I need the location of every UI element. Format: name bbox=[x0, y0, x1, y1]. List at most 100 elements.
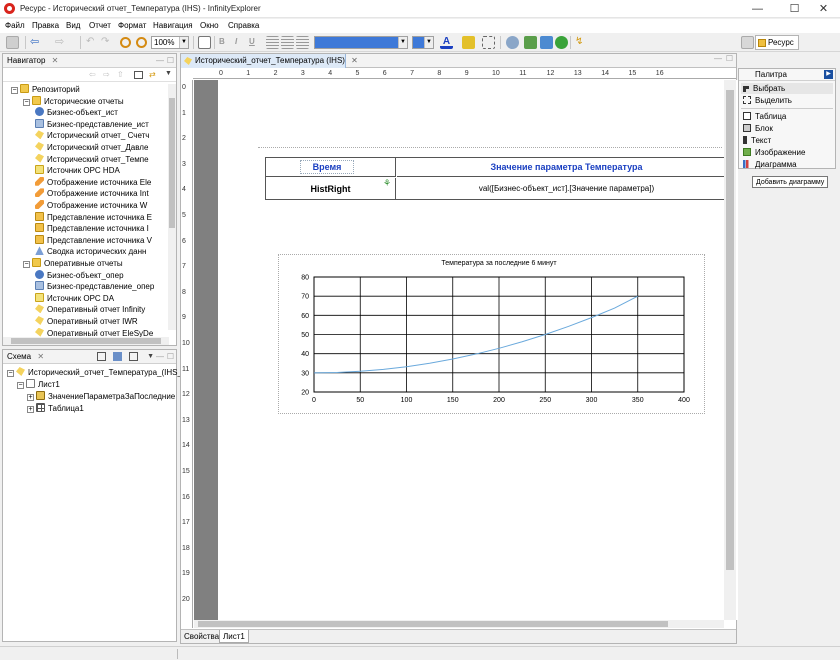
tree-item[interactable]: Исторический отчет_Давле bbox=[35, 142, 148, 153]
tree-item[interactable]: Оперативный отчет IWR bbox=[35, 316, 138, 327]
tree-item[interactable]: Исторический отчет_Темпе bbox=[35, 153, 149, 165]
view-menu-icon[interactable]: ▼ bbox=[165, 70, 172, 77]
open-perspective-icon[interactable] bbox=[741, 36, 754, 49]
tree-item[interactable]: + ЗначениеПараметраЗаПоследние bbox=[27, 391, 175, 402]
palette-item[interactable]: Выделить bbox=[741, 95, 833, 106]
scrollbar-thumb[interactable] bbox=[169, 98, 175, 228]
scrollbar-thumb[interactable] bbox=[11, 338, 161, 344]
border-icon[interactable] bbox=[482, 36, 495, 49]
bold-button[interactable]: B bbox=[219, 37, 225, 46]
run-icon[interactable] bbox=[555, 36, 568, 49]
redo-icon[interactable]: ↷ bbox=[101, 36, 114, 49]
collapse-all-icon[interactable] bbox=[129, 352, 138, 361]
close-button[interactable]: ✕ bbox=[807, 0, 840, 18]
sort-icon[interactable] bbox=[97, 352, 106, 361]
perspective-resource-button[interactable]: Ресурс bbox=[755, 35, 799, 50]
layout-icon[interactable] bbox=[198, 36, 211, 49]
tree-item[interactable]: − Репозиторий bbox=[11, 84, 80, 95]
maximize-icon[interactable]: ☐ bbox=[726, 54, 733, 63]
close-icon[interactable]: ✕ bbox=[52, 56, 59, 65]
menu-view[interactable]: Вид bbox=[66, 21, 80, 30]
navigator-hscrollbar[interactable] bbox=[3, 337, 169, 345]
preview-icon[interactable] bbox=[540, 36, 553, 49]
palette-item[interactable]: Выбрать bbox=[741, 83, 833, 94]
tree-item[interactable]: Оперативный отчет Infinity bbox=[35, 304, 145, 315]
zoom-combo[interactable]: 100% ▼ bbox=[151, 36, 189, 49]
chart-container[interactable]: Температура за последние 6 минут 0 50 100 15… bbox=[278, 254, 705, 414]
expand-icon[interactable]: + bbox=[27, 394, 34, 401]
link-editor-icon[interactable]: ⇄ bbox=[149, 70, 156, 79]
tree-item[interactable]: Бизнес-объект_ист bbox=[35, 107, 118, 118]
maximize-icon[interactable]: ☐ bbox=[167, 54, 174, 67]
underline-button[interactable]: U bbox=[249, 37, 255, 46]
collapse-icon[interactable]: − bbox=[23, 98, 30, 106]
minimize-icon[interactable]: — bbox=[714, 54, 722, 63]
tree-item[interactable]: Отображение источника Int bbox=[35, 188, 149, 199]
zoom-out-icon[interactable] bbox=[136, 37, 147, 48]
tree-item[interactable]: Бизнес-представление_опер bbox=[35, 281, 154, 292]
palette-item[interactable]: Блок bbox=[741, 123, 833, 134]
tree-item[interactable]: Источник OPC HDA bbox=[35, 165, 120, 176]
menu-window[interactable]: Окно bbox=[200, 21, 219, 30]
editor-vscrollbar[interactable] bbox=[724, 80, 736, 620]
collapse-icon[interactable]: − bbox=[23, 261, 30, 268]
tree-item[interactable]: Представление источника E bbox=[35, 211, 152, 223]
navigator-scrollbar[interactable] bbox=[168, 84, 176, 330]
tree-item[interactable]: Бизнес-объект_опер bbox=[35, 269, 124, 281]
settings-icon[interactable] bbox=[506, 36, 519, 49]
back-icon[interactable]: ⇦ bbox=[30, 36, 43, 49]
minimize-button[interactable]: — bbox=[741, 0, 774, 18]
view-menu-icon[interactable]: ▼ bbox=[147, 350, 154, 363]
collapse-palette-icon[interactable]: ▶ bbox=[824, 70, 833, 79]
font-color-icon[interactable]: A bbox=[440, 36, 453, 49]
editor-hscrollbar[interactable] bbox=[194, 620, 724, 628]
back-icon[interactable]: ⇦ bbox=[89, 70, 96, 79]
report-table[interactable]: Время Значение параметра Температура His… bbox=[265, 157, 736, 200]
close-icon[interactable]: ✕ bbox=[37, 352, 44, 361]
align-right-icon[interactable] bbox=[296, 36, 309, 49]
tree-item[interactable]: Представление источника V bbox=[35, 234, 152, 246]
save-icon[interactable] bbox=[6, 36, 19, 49]
close-icon[interactable]: ✕ bbox=[351, 56, 358, 65]
collapse-icon[interactable]: − bbox=[11, 87, 18, 94]
collapse-icon[interactable]: − bbox=[7, 370, 14, 377]
value-header-label[interactable]: Значение параметра Температура bbox=[397, 158, 736, 177]
navigator-tab[interactable]: Навигатор ✕ — ☐ bbox=[3, 54, 176, 68]
collapse-all-icon[interactable] bbox=[134, 71, 143, 79]
forward-icon[interactable]: ⇨ bbox=[55, 36, 68, 49]
tree-item[interactable]: − Оперативные отчеты bbox=[23, 258, 123, 269]
palette-item[interactable]: Таблица bbox=[741, 111, 833, 122]
font-size-combo[interactable]: ▼ bbox=[412, 36, 434, 49]
scrollbar-thumb[interactable] bbox=[198, 621, 668, 627]
up-icon[interactable]: ⇧ bbox=[117, 70, 124, 79]
minimize-icon[interactable]: — bbox=[156, 350, 164, 363]
time-cell[interactable]: HistRight bbox=[266, 178, 396, 200]
palette-item[interactable]: Диаграмма bbox=[741, 159, 833, 170]
menu-report[interactable]: Отчет bbox=[89, 21, 111, 30]
export-icon[interactable] bbox=[524, 36, 537, 49]
tree-item[interactable]: Отображение источника Ele bbox=[35, 176, 151, 188]
tree-item[interactable]: Источник OPC DA bbox=[35, 292, 114, 304]
fill-color-icon[interactable] bbox=[462, 36, 475, 49]
menu-help[interactable]: Справка bbox=[228, 21, 259, 30]
undo-icon[interactable]: ↶ bbox=[86, 36, 99, 49]
italic-button[interactable]: I bbox=[235, 37, 237, 46]
tree-item[interactable]: − Лист1 bbox=[17, 379, 60, 390]
maximize-icon[interactable]: ☐ bbox=[167, 350, 174, 363]
editor-tab-report[interactable]: Исторический_отчет_Температура (IHS) ✕ bbox=[181, 54, 358, 68]
tree-item[interactable]: − Исторический_отчет_Температура_(IHS_ bbox=[7, 367, 182, 378]
filter-icon[interactable] bbox=[113, 352, 122, 361]
collapse-icon[interactable]: − bbox=[17, 382, 24, 389]
schema-tab[interactable]: Схема ✕ ▼ — ☐ bbox=[3, 350, 176, 364]
tree-item[interactable]: + Таблица1 bbox=[27, 403, 84, 414]
sheet-tab-list1[interactable]: Лист1 bbox=[219, 630, 249, 643]
value-cell[interactable]: val([Бизнес-объект_ист].[Значение параме… bbox=[397, 178, 736, 200]
tree-item[interactable]: Сводка исторических данн bbox=[35, 246, 146, 257]
tree-item[interactable]: Представление источника I bbox=[35, 223, 149, 234]
scrollbar-thumb[interactable] bbox=[726, 90, 734, 570]
tree-item[interactable]: − Исторические отчеты bbox=[23, 95, 124, 107]
report-page[interactable]: Время Значение параметра Температура His… bbox=[218, 80, 738, 620]
tree-item[interactable]: Бизнес-представление_ист bbox=[35, 118, 149, 130]
font-combo[interactable]: ▼ bbox=[314, 36, 408, 49]
refresh-icon[interactable]: ↯ bbox=[575, 36, 588, 49]
